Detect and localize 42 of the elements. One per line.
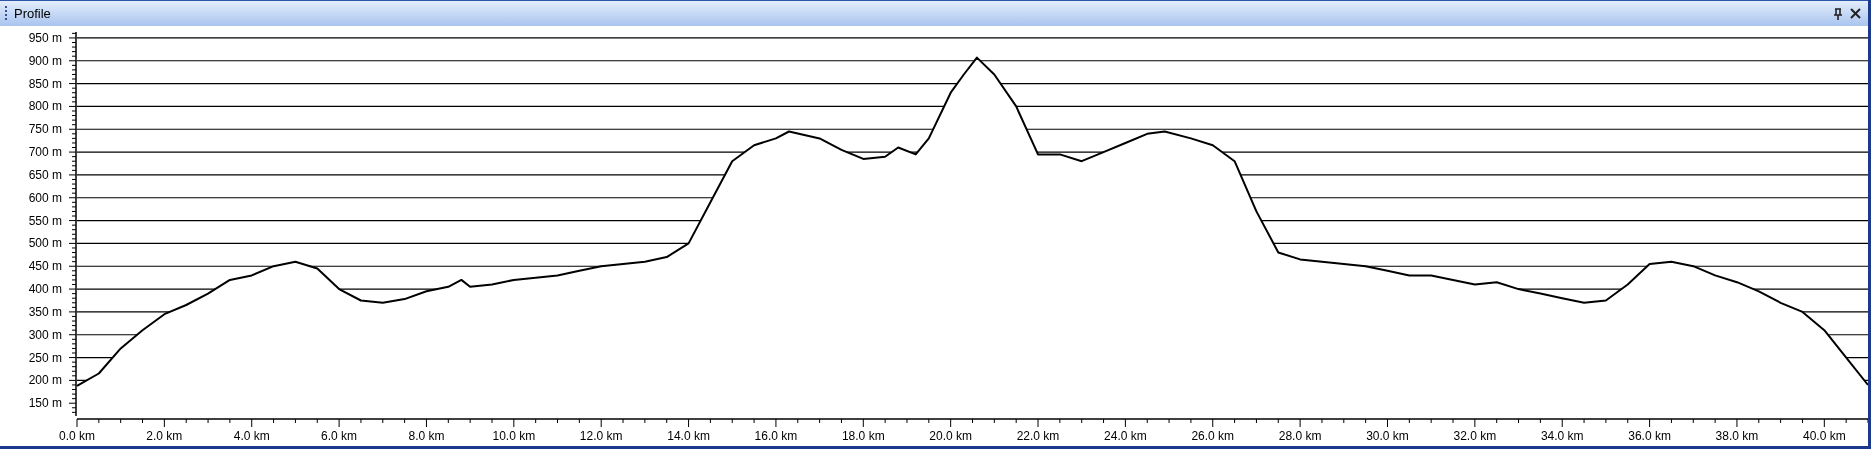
axis-label: 850 m [28,76,62,91]
axis-label: 0.0 km [59,429,95,443]
axis-label: 700 m [28,145,62,160]
pin-icon[interactable] [1833,7,1843,20]
axis-label: 450 m [28,259,62,274]
axis-label: 12.0 km [579,429,623,443]
axis-label: 14.0 km [667,429,710,443]
axis-label: 8.0 km [408,429,445,443]
axis-label: 32.0 km [1453,429,1497,443]
axis-label: 400 m [28,282,62,297]
grip-icon[interactable] [5,5,8,22]
axis-label: 16.0 km [754,429,798,443]
axis-label: 950 m [28,30,62,45]
axis-label: 34.0 km [1540,429,1584,443]
axis-label: 24.0 km [1104,429,1147,443]
axis-label: 28.0 km [1278,429,1322,443]
axis-label: 900 m [28,53,62,68]
axis-label: 550 m [28,213,62,228]
axis-label: 22.0 km [1016,429,1060,443]
window-title: Profile [14,4,51,23]
axis-label: 4.0 km [233,429,270,443]
axis-label: 10.0 km [492,429,536,443]
axis-label: 30.0 km [1366,429,1409,443]
axis-label: 600 m [28,190,62,205]
axis-label: 200 m [28,373,62,388]
axis-label: 2.0 km [146,429,183,443]
axis-label: 6.0 km [321,429,358,443]
axis-label: 750 m [28,122,62,137]
axis-label: 500 m [28,236,62,251]
axis-label: 250 m [28,350,62,365]
close-icon[interactable] [1850,8,1861,19]
axis-label: 26.0 km [1191,429,1235,443]
axis-label: 650 m [28,167,62,182]
axis-label: 36.0 km [1628,429,1671,443]
axis-label: 20.0 km [929,429,972,443]
axis-label: 300 m [28,327,62,342]
axis-label: 18.0 km [841,429,885,443]
axis-label: 800 m [28,99,62,114]
axis-label: 40.0 km [1802,429,1846,443]
axis-label: 150 m [28,396,62,411]
axis-label: 350 m [28,304,62,319]
axis-label: 38.0 km [1715,429,1759,443]
